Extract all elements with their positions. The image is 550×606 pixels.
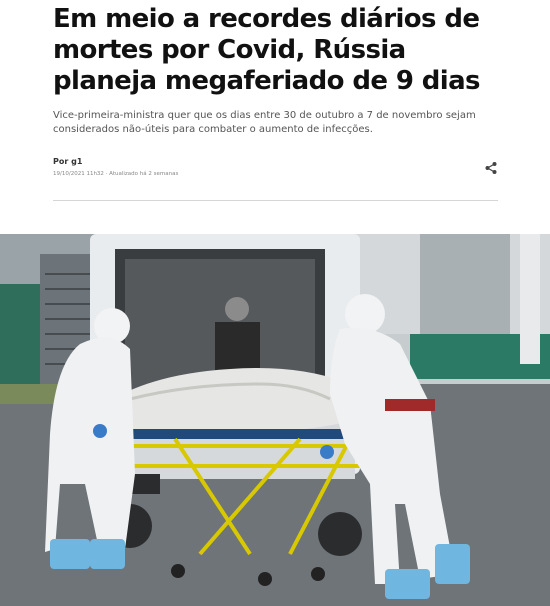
subtitle: Vice-primeira-ministra quer que os dias …: [53, 110, 476, 135]
share-icon: [485, 162, 497, 174]
article-photo: [0, 234, 550, 606]
byline: Por g1: [53, 157, 83, 166]
divider: [53, 200, 498, 201]
headline: Em meio a recordes diários de mortes por…: [53, 4, 481, 96]
dateline: 19/10/2021 11h32 · Atualizado há 2 seman…: [53, 171, 179, 177]
share-button[interactable]: [484, 161, 498, 175]
